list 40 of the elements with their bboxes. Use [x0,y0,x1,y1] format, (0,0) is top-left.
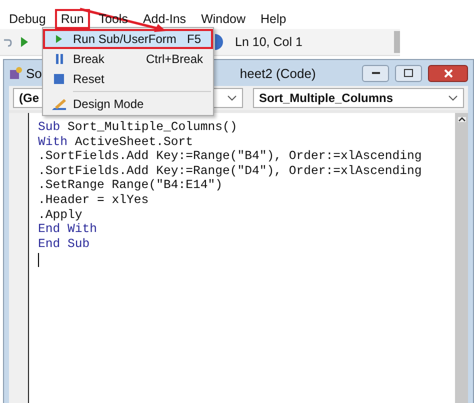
toolbar-grip[interactable] [394,31,400,53]
code-line: End With [38,222,98,237]
code-line: .Apply [38,208,84,222]
vertical-scrollbar[interactable] [455,113,468,403]
window-title: So [26,66,42,80]
menu-item[interactable]: Debug [3,10,52,28]
stop-icon [54,74,64,84]
code-line: .SortFields.Add Key:=Range("B4"), Order:=xlAscending [38,149,423,164]
close-icon [444,68,452,78]
play-icon[interactable] [20,36,29,48]
module-icon [9,66,23,80]
procedure-dropdown[interactable]: Sort_Multiple_Columns [253,88,464,108]
cursor-position: Ln 10, Col 1 [235,35,302,49]
scroll-up-icon[interactable] [458,117,466,122]
maximize-icon [404,69,413,77]
code-line: .SortFields.Add Key:=Range("D4"), Order:=xlAscending [38,164,423,178]
close-button[interactable] [428,64,468,82]
code-line: Sub Sort_Multiple_Columns() [38,120,238,135]
code-line: End Sub [38,236,91,252]
code-line: .Header = xlYes [38,192,150,208]
ruler-pencil-icon [51,97,67,111]
menu-item[interactable]: Reset [43,69,213,89]
window-title: heet2 (Code) [240,66,316,80]
minimize-icon [372,72,380,74]
menu-item[interactable]: Run Sub/UserForm F5 [43,29,213,49]
pause-icon [56,54,62,64]
play-icon [55,34,63,44]
menu-item[interactable]: Break Ctrl+Break [43,49,213,69]
menu-item[interactable]: Run [54,8,90,28]
chevron-icon [448,95,458,101]
menu-item[interactable]: Add-Ins [136,10,192,28]
code-line: With ActiveSheet.Sort [38,134,194,150]
menu-item[interactable]: Design Mode [43,94,213,114]
menu-item[interactable]: Help [254,10,292,28]
text-cursor [38,253,39,268]
chevron-icon [227,95,237,101]
menu-item[interactable]: Window [195,10,252,28]
maximize-button[interactable] [395,64,422,82]
code-line: .SetRange Range("B4:E14") [38,178,224,193]
minimize-button[interactable] [362,64,389,82]
